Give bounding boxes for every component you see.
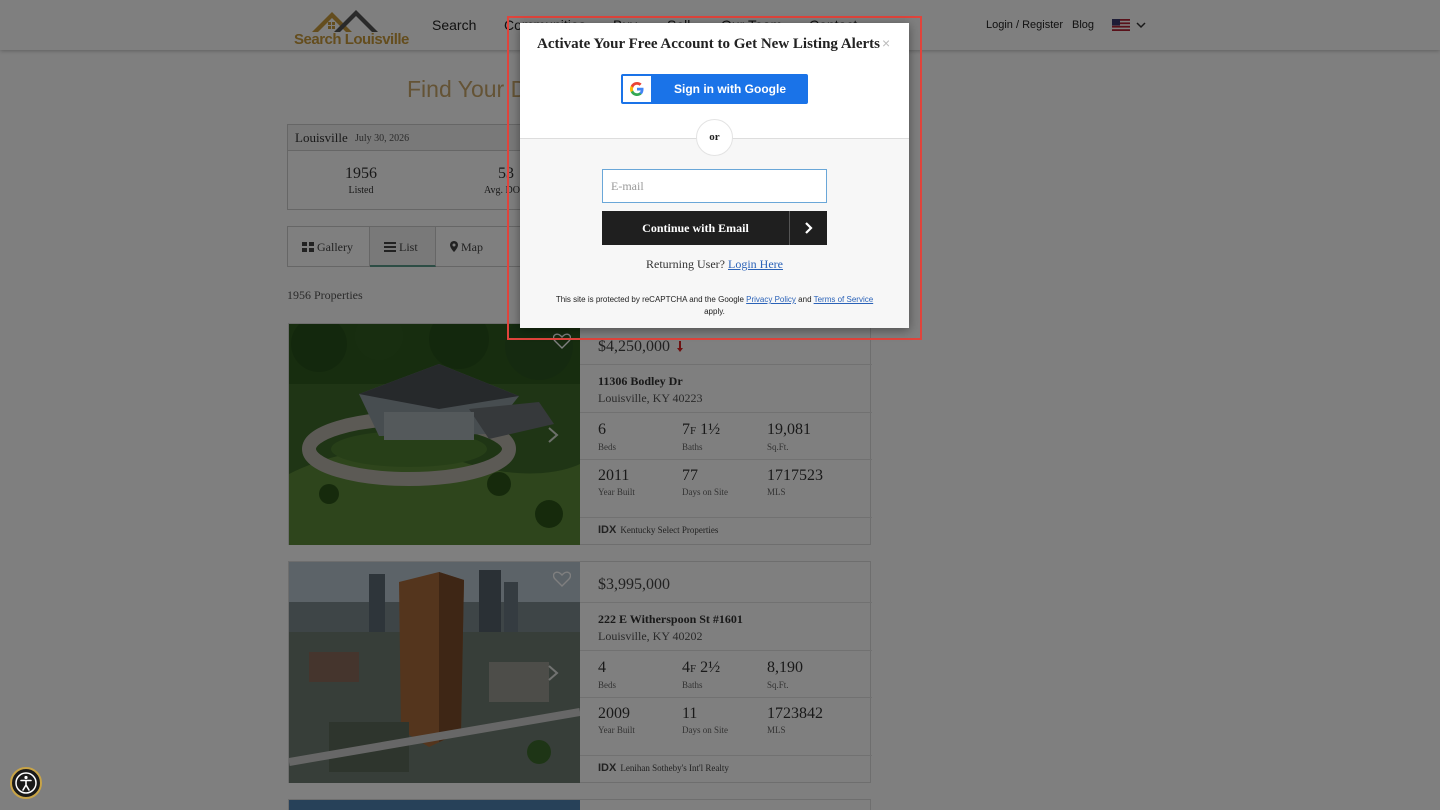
accessibility-icon (15, 772, 37, 794)
terms-of-service-link[interactable]: Terms of Service (814, 295, 874, 304)
continue-with-email-label: Continue with Email (642, 221, 749, 235)
signup-modal: Activate Your Free Account to Get New Li… (520, 23, 909, 328)
email-field[interactable] (602, 169, 827, 203)
google-logo-icon (623, 76, 651, 102)
returning-user-text: Returning User? Login Here (646, 257, 783, 271)
login-here-link[interactable]: Login Here (728, 257, 783, 271)
continue-with-email-button[interactable]: Continue with Email (602, 211, 827, 245)
chevron-right-icon (789, 211, 827, 245)
accessibility-button[interactable] (10, 767, 42, 799)
or-separator: or (696, 119, 733, 156)
close-icon[interactable]: × (882, 35, 890, 51)
modal-title: Activate Your Free Account to Get New Li… (537, 36, 880, 52)
recaptcha-notice: This site is protected by reCAPTCHA and … (555, 295, 874, 316)
privacy-policy-link[interactable]: Privacy Policy (746, 295, 796, 304)
google-sign-in-button[interactable]: Sign in with Google (621, 74, 808, 104)
google-sign-in-label: Sign in with Google (674, 82, 786, 96)
